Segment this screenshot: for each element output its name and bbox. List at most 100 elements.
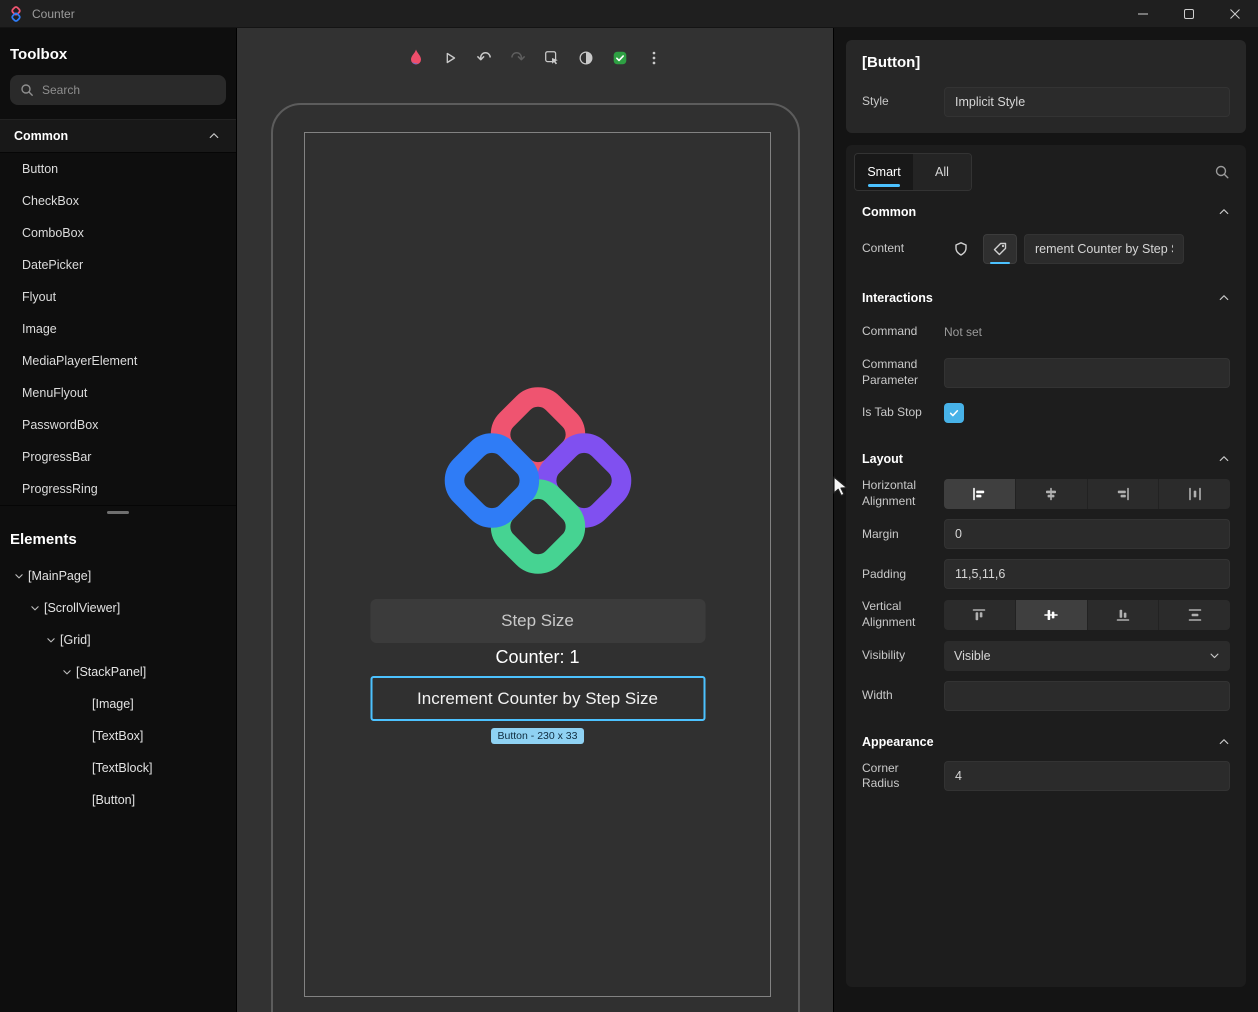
theme-toggle-icon[interactable]: [572, 44, 600, 72]
chevron-down-icon[interactable]: [10, 571, 28, 581]
splitter-grip-icon: [107, 511, 129, 514]
visibility-select[interactable]: Visible: [944, 640, 1230, 671]
tree-item-grid[interactable]: [Grid]: [0, 624, 236, 656]
section-appearance-header[interactable]: Appearance: [846, 721, 1246, 761]
align-stretch-horizontal-icon[interactable]: [1158, 478, 1230, 509]
vertical-alignment-label: Vertical Alignment: [862, 599, 916, 629]
status-ok-icon[interactable]: [606, 44, 634, 72]
section-common-header[interactable]: Common: [846, 191, 1246, 231]
tab-all[interactable]: All: [913, 154, 971, 190]
undo-icon[interactable]: ↶: [470, 44, 498, 72]
align-bottom-icon[interactable]: [1086, 599, 1159, 630]
tree-item-textblock[interactable]: [TextBlock]: [0, 752, 236, 784]
chevron-down-icon[interactable]: [58, 667, 76, 677]
align-center-horizontal-icon[interactable]: [1014, 478, 1087, 509]
margin-label: Margin: [862, 526, 899, 541]
elements-tree: [MainPage] [ScrollViewer] [Grid] [StackP…: [0, 560, 236, 816]
chevron-down-icon[interactable]: [26, 603, 44, 613]
align-left-icon[interactable]: [944, 478, 1015, 509]
style-label: Style: [862, 94, 889, 109]
tag-icon[interactable]: [983, 234, 1017, 264]
toolbox-search[interactable]: [10, 75, 226, 105]
align-stretch-vertical-icon[interactable]: [1158, 599, 1230, 630]
inspect-element-icon[interactable]: [538, 44, 566, 72]
corner-radius-input[interactable]: [944, 761, 1230, 792]
toolbox-item-progressring[interactable]: ProgressRing: [0, 473, 236, 505]
content-input[interactable]: [1024, 234, 1184, 264]
section-interactions-header[interactable]: Interactions: [846, 277, 1246, 317]
command-parameter-input[interactable]: [944, 357, 1230, 388]
selection-size-badge: Button - 230 x 33: [490, 728, 585, 744]
properties-search-icon[interactable]: [1214, 164, 1230, 180]
margin-input[interactable]: [944, 519, 1230, 550]
tree-item-image[interactable]: [Image]: [0, 688, 236, 720]
is-tab-stop-checkbox[interactable]: [944, 403, 964, 424]
toolbox-item-list: Button CheckBox ComboBox DatePicker Flyo…: [0, 153, 236, 505]
device-screen: Step Size Counter: 1 Increment Counter b…: [304, 132, 771, 997]
properties-tabbar: Smart All: [846, 145, 1246, 191]
more-menu-icon[interactable]: [640, 44, 668, 72]
is-tab-stop-label: Is Tab Stop: [862, 405, 922, 420]
device-frame: Step Size Counter: 1 Increment Counter b…: [271, 103, 800, 1012]
toolbox-item-image[interactable]: Image: [0, 313, 236, 345]
left-sidebar: Toolbox Common Button CheckBox ComboBox …: [0, 28, 237, 1012]
redo-icon[interactable]: ↷: [504, 44, 532, 72]
corner-radius-label: Corner Radius: [862, 760, 900, 791]
canvas-toolbar: ↶ ↷: [402, 44, 668, 72]
toolbox-item-passwordbox[interactable]: PasswordBox: [0, 409, 236, 441]
horizontal-alignment-group: [944, 478, 1230, 509]
increment-button[interactable]: Increment Counter by Step Size: [370, 676, 705, 721]
toolbox-item-button[interactable]: Button: [0, 153, 236, 185]
toolbox-item-mediaplayerelement[interactable]: MediaPlayerElement: [0, 345, 236, 377]
window-controls: [1120, 0, 1258, 27]
window-title: Counter: [32, 6, 75, 21]
binding-icon[interactable]: [944, 234, 978, 264]
tab-smart[interactable]: Smart: [855, 154, 913, 190]
panel-splitter[interactable]: [0, 505, 236, 519]
width-input[interactable]: [944, 680, 1230, 711]
minimize-button[interactable]: [1120, 0, 1166, 27]
chevron-down-icon[interactable]: [42, 635, 60, 645]
toolbox-item-datepicker[interactable]: DatePicker: [0, 249, 236, 281]
properties-header-card: [Button] Style: [846, 40, 1246, 133]
toolbox-section-common[interactable]: Common: [0, 119, 236, 153]
tree-item-scrollviewer[interactable]: [ScrollViewer]: [0, 592, 236, 624]
properties-body-card: Smart All Common Content rement Counter …: [846, 145, 1246, 987]
toolbox-section-label: Common: [14, 129, 69, 143]
hot-reload-flame-icon[interactable]: [402, 44, 430, 72]
counter-textblock: Counter: 1: [495, 647, 580, 667]
chevron-up-icon: [1218, 453, 1230, 465]
design-canvas: ↶ ↷ Step Size Counter: 1 Increment Count…: [237, 28, 833, 1012]
width-label: Width: [862, 687, 893, 702]
toolbox-item-menuflyout[interactable]: MenuFlyout: [0, 377, 236, 409]
tree-item-button[interactable]: [Button]: [0, 784, 236, 816]
style-input[interactable]: [944, 87, 1230, 117]
uno-platform-logo: [430, 373, 645, 588]
maximize-button[interactable]: [1166, 0, 1212, 27]
align-right-icon[interactable]: [1086, 478, 1159, 509]
toolbox-item-combobox[interactable]: ComboBox: [0, 217, 236, 249]
play-icon[interactable]: [436, 44, 464, 72]
section-layout-header[interactable]: Layout: [846, 438, 1246, 478]
toolbox-item-progressbar[interactable]: ProgressBar: [0, 441, 236, 473]
step-size-textbox[interactable]: Step Size: [370, 599, 705, 643]
toolbox-title: Toolbox: [10, 46, 68, 63]
visibility-label: Visibility: [862, 647, 906, 662]
align-center-vertical-icon[interactable]: [1014, 599, 1087, 630]
titlebar: Counter: [0, 0, 1258, 28]
chevron-down-icon: [1209, 650, 1220, 661]
tree-item-stackpanel[interactable]: [StackPanel]: [0, 656, 236, 688]
chevron-up-icon: [208, 130, 220, 142]
command-value: Not set: [944, 325, 983, 339]
align-top-icon[interactable]: [944, 600, 1015, 630]
tree-item-textbox[interactable]: [TextBox]: [0, 720, 236, 752]
toolbox-item-flyout[interactable]: Flyout: [0, 281, 236, 313]
search-input[interactable]: [42, 83, 216, 97]
app-logo-icon: [8, 5, 24, 22]
toolbox-item-checkbox[interactable]: CheckBox: [0, 185, 236, 217]
command-parameter-label: Command Parameter: [862, 357, 919, 387]
padding-input[interactable]: [944, 559, 1230, 590]
close-button[interactable]: [1212, 0, 1258, 27]
chevron-up-icon: [1218, 206, 1230, 218]
tree-item-mainpage[interactable]: [MainPage]: [0, 560, 236, 592]
